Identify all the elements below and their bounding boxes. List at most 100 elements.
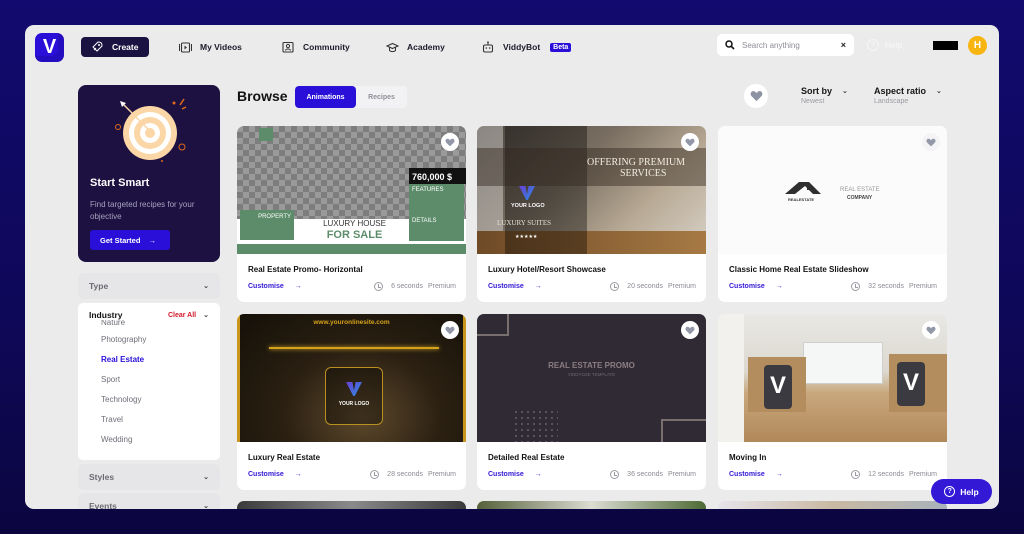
industry-option-travel[interactable]: Travel [101,410,146,430]
tab-animations[interactable]: Animations [295,86,356,108]
app-window: V Create My Videos Community Academy Vid… [25,25,999,509]
customise-link[interactable]: Customise → [248,471,302,478]
arrow-right-icon: → [534,283,542,290]
industry-option-photography[interactable]: Photography [101,330,146,350]
industry-option-sport[interactable]: Sport [101,370,146,390]
chevron-down-icon: ⌄ [936,88,942,95]
logo[interactable]: V [35,33,64,62]
promo-text: Find targeted recipes for your objective [90,200,195,221]
industry-options: Nature Photography Real Estate Sport Tec… [101,320,146,450]
customise-label: Customise [729,471,765,478]
template-card-partial[interactable] [477,501,706,509]
nav-create[interactable]: Create [81,37,150,57]
nav-community[interactable]: Community [281,37,350,57]
page-title: Browse [237,88,288,104]
clear-search-icon[interactable]: × [841,40,846,50]
get-started-button[interactable]: Get Started → [90,230,170,250]
favorite-button[interactable] [441,321,459,339]
filter-events[interactable]: Events ⌄ [78,493,220,509]
card-title: Luxury Hotel/Resort Showcase [488,265,606,274]
card-meta: 6 seconds Premium [374,282,456,291]
house-roof-icon [785,182,821,194]
sort-value: Newest [801,98,825,105]
filter-styles[interactable]: Styles ⌄ [78,464,220,490]
industry-option-real-estate[interactable]: Real Estate [101,350,146,370]
card-title: Detailed Real Estate [488,453,565,462]
industry-option-nature[interactable]: Nature [101,320,146,330]
customise-link[interactable]: Customise → [488,283,542,290]
search-box[interactable]: Search anything × [717,34,854,56]
nav-my-videos[interactable]: My Videos [178,37,242,57]
help-link[interactable]: ? Help [867,39,902,51]
template-card[interactable]: OFFERING PREMIUM SERVICES YOUR LOGO LUXU… [477,126,706,302]
favorite-button[interactable] [922,133,940,151]
arrow-right-icon: → [534,471,542,478]
template-card[interactable]: REAL ESTATE PROMO VIDDYOZE TEMPLATE Deta… [477,314,706,490]
favorite-button[interactable] [681,321,699,339]
template-card[interactable]: www.youronlinesite.com YOUR LOGO Luxury … [237,314,466,490]
nav-my-videos-label: My Videos [200,42,242,52]
nav-create-label: Create [112,42,139,52]
customise-link[interactable]: Customise → [248,283,302,290]
nav-academy[interactable]: Academy [385,37,445,57]
filter-industry-header[interactable]: Industry Clear All ⌄ [89,310,209,320]
clock-icon [851,282,861,291]
aspect-ratio-dropdown[interactable]: Aspect ratio ⌄ Landscape [874,86,942,105]
video-icon [178,40,192,54]
template-card[interactable]: PROPERTY 760,000 $ FEATURES DETAILS LUXU… [237,126,466,302]
favorites-filter-button[interactable] [744,84,768,108]
nav-viddybot-label: ViddyBot [503,42,541,52]
customise-link[interactable]: Customise → [729,283,783,290]
filter-styles-label: Styles [89,472,115,482]
customise-link[interactable]: Customise → [488,471,542,478]
thumb-headline-2: FOR SALE [326,229,383,241]
card-tier: Premium [427,471,456,478]
customise-label: Customise [488,471,524,478]
thumb-suites: LUXURY SUITES [497,219,551,227]
clock-icon [370,470,380,479]
chevron-down-icon: ⌄ [203,312,209,319]
question-icon: ? [867,39,879,51]
card-duration: 36 seconds [627,471,663,478]
help-button[interactable]: ? Help [931,479,992,504]
thumb-logo: YOUR LOGO [511,203,545,209]
customise-label: Customise [729,283,765,290]
industry-option-wedding[interactable]: Wedding [101,430,146,450]
sort-dropdown[interactable]: Sort by ⌄ Newest [801,86,848,105]
card-thumbnail: REAL ESTATE PROMO VIDDYOZE TEMPLATE [477,314,706,442]
target-illustration-icon [115,98,187,162]
template-card-partial[interactable] [718,501,947,509]
template-card[interactable]: REALESTATE REAL ESTATE COMPANY Classic H… [718,126,947,302]
nav-viddybot[interactable]: ViddyBot Beta [481,37,572,57]
favorite-button[interactable] [922,321,940,339]
industry-option-technology[interactable]: Technology [101,390,146,410]
search-input[interactable]: Search anything [742,41,800,50]
clear-all-button[interactable]: Clear All [168,312,196,319]
template-card-partial[interactable] [237,501,466,509]
card-thumbnail: REALESTATE REAL ESTATE COMPANY [718,126,947,254]
card-thumbnail: www.youronlinesite.com YOUR LOGO [237,314,466,442]
tab-recipes[interactable]: Recipes [356,94,407,101]
card-tier: Premium [667,283,696,290]
card-title: Classic Home Real Estate Slideshow [729,265,869,274]
arrow-right-icon: → [775,471,783,478]
thumb-box-letter: V [897,362,925,406]
filter-industry: Industry Clear All ⌄ Nature Photography … [78,303,220,460]
favorite-button[interactable] [681,133,699,151]
arrow-right-icon: → [775,283,783,290]
thumb-line-1: REAL ESTATE [840,187,880,193]
favorite-button[interactable] [441,133,459,151]
filter-type[interactable]: Type ⌄ [78,273,220,299]
card-title: Real Estate Promo- Horizontal [248,265,363,274]
card-tier: Premium [427,283,456,290]
thumb-box-letter: V [764,365,792,409]
customise-link[interactable]: Customise → [729,471,783,478]
card-duration: 20 seconds [627,283,663,290]
template-card[interactable]: V V Moving In Customise → 12 seconds Premi… [718,314,947,490]
beta-badge: Beta [550,42,572,52]
thumb-stars: ★★★★★ [515,234,538,240]
chevron-down-icon: ⌄ [203,503,209,509]
avatar[interactable]: H [968,36,987,55]
card-duration: 28 seconds [387,471,423,478]
card-meta: 36 seconds Premium [610,470,696,479]
